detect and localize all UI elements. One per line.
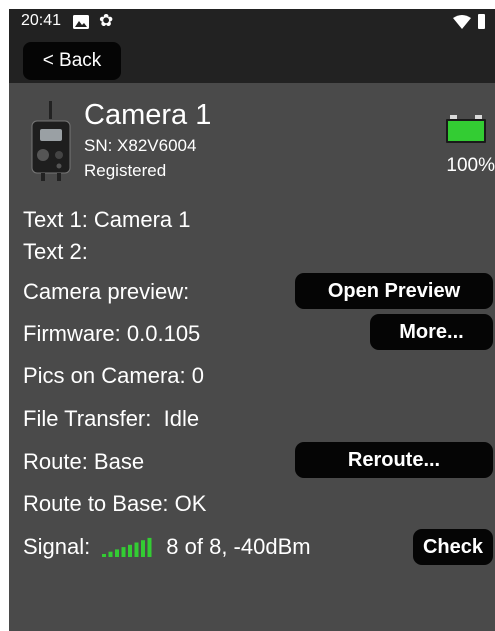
gear-icon: ✿	[99, 11, 114, 30]
signal-bar	[134, 542, 139, 558]
route-row: Route: Base	[23, 449, 145, 474]
status-time: 20:41	[21, 12, 62, 29]
image-icon	[73, 15, 89, 29]
signal-bar	[128, 544, 133, 558]
signal-row: Signal: 8 of 8, -40dBm	[23, 533, 311, 561]
route-to-base-row: Route to Base: OK	[23, 491, 207, 516]
battery-icon	[446, 115, 486, 143]
camera-serial: SN: X82V6004	[84, 136, 197, 155]
wifi-icon	[453, 15, 471, 29]
open-preview-button[interactable]: Open Preview	[295, 273, 493, 309]
camera-name: Camera 1	[84, 99, 212, 131]
signal-bar	[115, 549, 120, 558]
camera-preview-label: Camera preview:	[23, 279, 190, 304]
check-button[interactable]: Check	[413, 529, 493, 565]
file-transfer-label: File Transfer:	[23, 406, 152, 431]
pics-row: Pics on Camera: 0	[23, 363, 204, 388]
signal-label: Signal:	[23, 534, 91, 559]
signal-bar	[102, 554, 107, 558]
signal-strength-icon	[102, 538, 152, 558]
app-screen: 20:41 ✿ < Back Camera 1 SN: X82V6004 Reg…	[9, 9, 495, 631]
camera-status: Registered	[84, 161, 167, 180]
file-transfer-row: File Transfer: Idle	[23, 405, 199, 433]
reroute-button[interactable]: Reroute...	[295, 442, 493, 478]
back-button[interactable]: < Back	[23, 42, 121, 80]
signal-bar	[147, 538, 152, 558]
more-button[interactable]: More...	[370, 314, 493, 350]
signal-bar	[141, 540, 146, 558]
camera-device-icon	[31, 101, 71, 181]
battery-percent: 100%	[446, 155, 495, 176]
signal-text: 8 of 8, -40dBm	[166, 534, 311, 559]
file-transfer-status: Idle	[163, 406, 200, 431]
battery-status-icon	[478, 14, 485, 29]
firmware-row: Firmware: 0.0.105	[23, 321, 201, 346]
text1-row: Text 1: Camera 1	[23, 207, 191, 232]
text2-row: Text 2:	[23, 239, 88, 264]
signal-bar	[121, 547, 126, 558]
signal-bar	[108, 551, 113, 558]
top-bar: 20:41 ✿ < Back	[9, 9, 495, 83]
